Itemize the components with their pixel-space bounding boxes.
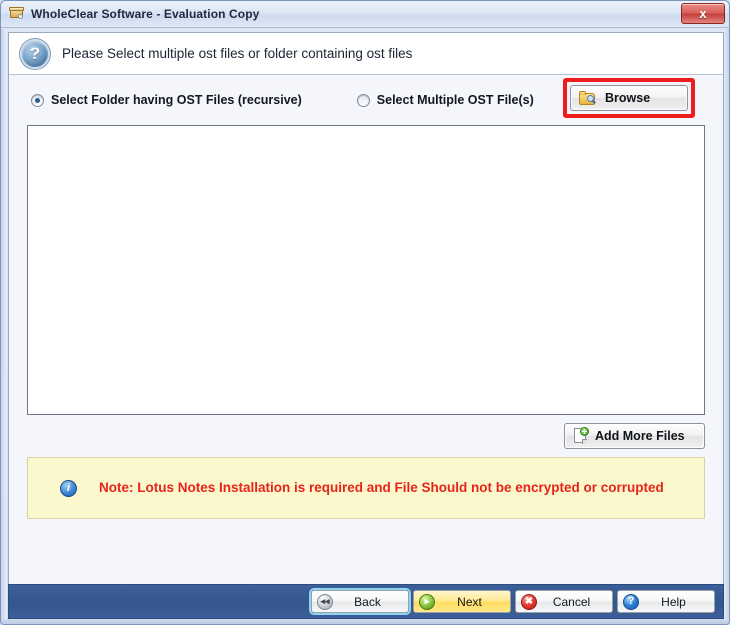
cancel-glyph: ✖ — [524, 595, 534, 607]
play-glyph: ▸ — [424, 596, 430, 606]
add-more-files-button[interactable]: Add More Files — [564, 423, 705, 449]
help-icon: ? — [623, 593, 639, 610]
next-button-label: Next — [457, 594, 482, 609]
window-edge-left — [1, 29, 7, 621]
file-list-wrapper — [9, 125, 723, 415]
cancel-icon: ✖ — [521, 593, 537, 610]
radio-folder-indicator[interactable] — [31, 93, 44, 107]
info-icon: i — [60, 479, 77, 497]
info-glyph: i — [66, 481, 71, 494]
title-bar: WholeClear Software - Evaluation Copy x — [1, 1, 729, 28]
radio-folder-label: Select Folder having OST Files (recursiv… — [51, 93, 302, 107]
radio-select-folder[interactable]: Select Folder having OST Files (recursiv… — [31, 93, 302, 107]
help-glyph: ? — [627, 595, 635, 607]
help-button[interactable]: ? Help — [617, 590, 715, 613]
cancel-button-label: Cancel — [552, 594, 591, 609]
close-icon: x — [699, 6, 707, 21]
note-text: Note: Lotus Notes Installation is requir… — [99, 479, 664, 495]
play-icon: ▸ — [419, 593, 435, 610]
add-more-row: Add More Files — [9, 415, 723, 457]
browse-button[interactable]: Browse — [570, 85, 688, 111]
source-options-row: Select Folder having OST Files (recursiv… — [9, 75, 723, 125]
browse-highlight-box: Browse — [563, 78, 695, 118]
instruction-text: Please Select multiple ost files or fold… — [62, 46, 413, 61]
close-button[interactable]: x — [681, 3, 725, 24]
radio-select-multiple-files[interactable]: Select Multiple OST File(s) — [356, 93, 534, 107]
back-button-label: Back — [354, 594, 381, 609]
file-list[interactable] — [27, 125, 705, 415]
next-button[interactable]: ▸ Next — [413, 590, 511, 613]
rewind-icon: ◂◂ — [317, 593, 333, 610]
window-title: WholeClear Software - Evaluation Copy — [31, 7, 260, 21]
app-icon — [9, 6, 25, 22]
note-wrapper: i Note: Lotus Notes Installation is requ… — [9, 457, 723, 519]
instruction-header: ? Please Select multiple ost files or fo… — [9, 33, 723, 75]
question-glyph: ? — [29, 44, 41, 63]
client-area: ? Please Select multiple ost files or fo… — [8, 32, 724, 592]
radio-files-label: Select Multiple OST File(s) — [376, 93, 534, 107]
question-mark-icon: ? — [20, 38, 50, 69]
back-button[interactable]: ◂◂ Back — [311, 590, 409, 613]
application-window: WholeClear Software - Evaluation Copy x … — [0, 0, 730, 625]
radio-files-indicator[interactable] — [356, 93, 370, 107]
browse-button-label: Browse — [605, 91, 651, 105]
add-more-files-label: Add More Files — [595, 429, 685, 443]
window-edge-bottom — [1, 619, 729, 624]
cancel-button[interactable]: ✖ Cancel — [515, 590, 613, 613]
navigation-bar: ◂◂ Back ▸ Next ✖ Cancel ? Help — [8, 584, 724, 619]
note-panel: i Note: Lotus Notes Installation is requ… — [27, 457, 705, 519]
folder-search-icon — [579, 90, 597, 106]
file-add-icon — [573, 427, 589, 444]
rewind-glyph: ◂◂ — [320, 596, 330, 606]
help-button-label: Help — [661, 594, 686, 609]
